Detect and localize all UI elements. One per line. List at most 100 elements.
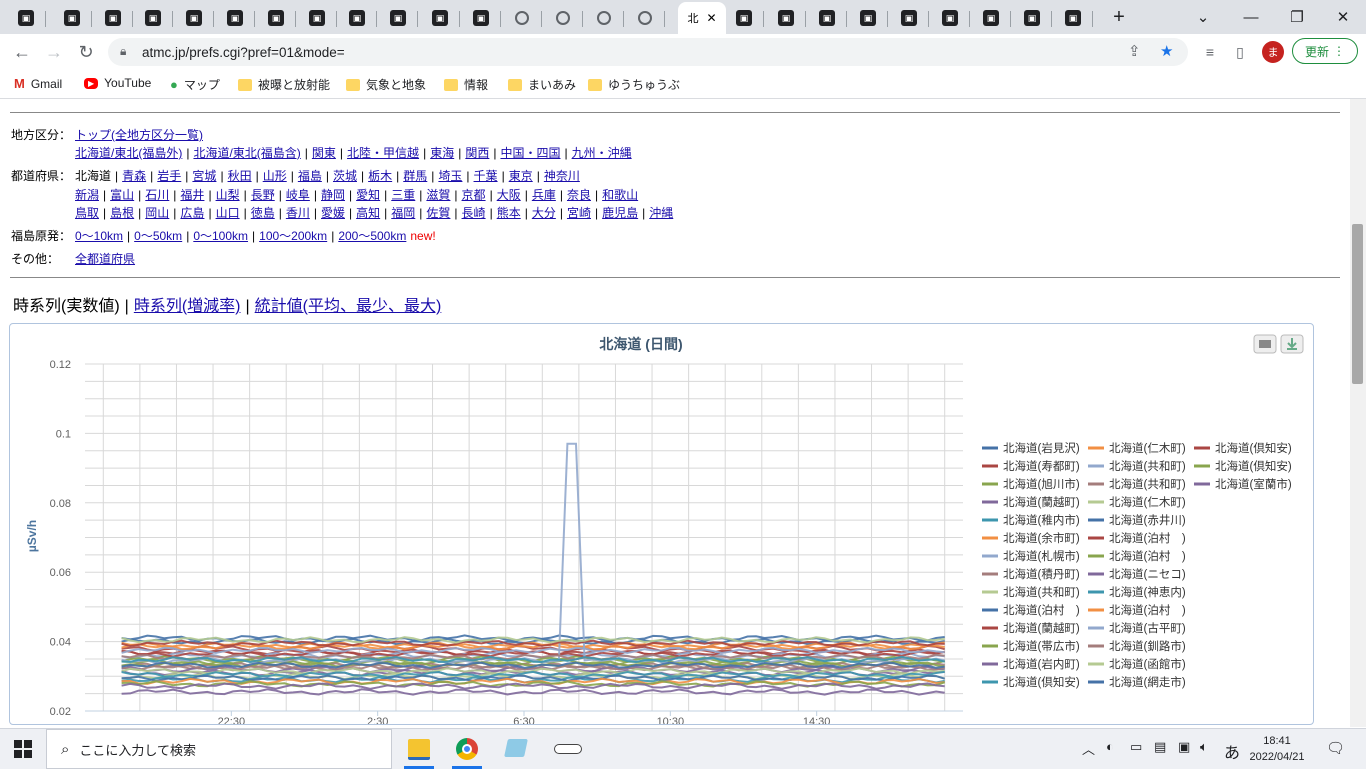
update-button[interactable]: 更新 ⋮ bbox=[1292, 38, 1358, 64]
bookmark-item[interactable]: 被曝と放射能 bbox=[238, 76, 330, 93]
prefecture-link[interactable]: 岐阜 bbox=[286, 188, 310, 202]
bookmark-item[interactable]: ゆうちゅうぶ bbox=[588, 76, 680, 93]
side-panel-icon[interactable]: ▯ bbox=[1226, 38, 1254, 66]
legend-item[interactable]: 北海道(旭川市) bbox=[982, 477, 1080, 491]
legend-item[interactable]: 北海道(帯広市) bbox=[982, 639, 1080, 653]
prefecture-link[interactable]: 鳥取 bbox=[75, 206, 99, 220]
bookmark-item[interactable]: ● マップ bbox=[170, 76, 220, 93]
view-tab-statistics[interactable]: 統計値(平均、最少、最大) bbox=[255, 298, 442, 315]
file-explorer-icon[interactable] bbox=[408, 739, 430, 760]
region-link[interactable]: 北海道/東北(福島含) bbox=[193, 146, 300, 160]
fukushima-range-link[interactable]: 0〜10km bbox=[75, 229, 123, 243]
browser-tab[interactable] bbox=[584, 4, 624, 32]
legend-item[interactable]: 北海道(神恵内) bbox=[1088, 585, 1186, 599]
tray-overflow-icon[interactable]: ︿ bbox=[1082, 739, 1095, 758]
bookmark-item[interactable]: ▶ YouTube bbox=[84, 76, 151, 90]
legend-item[interactable]: 北海道(余市町) bbox=[982, 531, 1080, 545]
prefecture-link[interactable]: 長崎 bbox=[462, 206, 486, 220]
region-link[interactable]: 北陸・甲信越 bbox=[347, 146, 419, 160]
legend-item[interactable]: 北海道(泊村 ) bbox=[1088, 531, 1186, 545]
region-link[interactable]: 九州・沖縄 bbox=[572, 146, 632, 160]
prefecture-link[interactable]: 佐賀 bbox=[426, 206, 450, 220]
new-tab-button[interactable]: + bbox=[1096, 4, 1142, 30]
windows-start-icon[interactable] bbox=[14, 740, 32, 758]
legend-item[interactable]: 北海道(積丹町) bbox=[982, 567, 1080, 581]
prefecture-link[interactable]: 島根 bbox=[110, 206, 134, 220]
all-prefs-link[interactable]: 全都道府県 bbox=[75, 252, 135, 266]
browser-tab[interactable]: ▣ bbox=[174, 4, 214, 32]
prefecture-link[interactable]: 群馬 bbox=[403, 169, 427, 183]
browser-tab[interactable] bbox=[543, 4, 583, 32]
prefecture-link[interactable]: 新潟 bbox=[75, 188, 99, 202]
region-link[interactable]: 中国・四国 bbox=[500, 146, 560, 160]
region-link[interactable]: 北海道/東北(福島外) bbox=[75, 146, 182, 160]
browser-tab[interactable]: ▣ bbox=[337, 4, 377, 32]
address-bar[interactable]: 🔒︎ atmc.jp/prefs.cgi?pref=01&mode= ⇪ ★ bbox=[108, 38, 1188, 66]
scrollbar-thumb[interactable] bbox=[1352, 224, 1363, 384]
tray-app-icon[interactable]: ◐ bbox=[1106, 739, 1114, 754]
browser-tab[interactable]: ▣ bbox=[724, 4, 764, 32]
legend-item[interactable]: 北海道(泊村 ) bbox=[982, 603, 1080, 617]
airplane-app-icon[interactable] bbox=[554, 744, 582, 754]
browser-tab[interactable]: ▣ bbox=[215, 4, 255, 32]
forward-button[interactable]: → bbox=[40, 38, 68, 66]
maximize-button[interactable]: ❐ bbox=[1274, 4, 1320, 30]
browser-tab[interactable]: ▣ bbox=[1053, 4, 1093, 32]
prefecture-link[interactable]: 福井 bbox=[180, 188, 204, 202]
print-chart-button[interactable] bbox=[1253, 334, 1277, 354]
back-button[interactable]: ← bbox=[8, 38, 36, 66]
legend-item[interactable]: 北海道(倶知安) bbox=[1194, 441, 1292, 455]
legend-item[interactable]: 北海道(蘭越町) bbox=[982, 621, 1080, 635]
browser-tab[interactable]: ▣ bbox=[93, 4, 133, 32]
legend-item[interactable]: 北海道(共和町) bbox=[982, 585, 1080, 599]
prefecture-link[interactable]: 広島 bbox=[180, 206, 204, 220]
page-scrollbar[interactable] bbox=[1350, 99, 1366, 727]
legend-item[interactable]: 北海道(古平町) bbox=[1088, 621, 1186, 635]
prefecture-link[interactable]: 山口 bbox=[216, 206, 240, 220]
prefecture-link[interactable]: 千葉 bbox=[474, 169, 498, 183]
bookmark-item[interactable]: 気象と地象 bbox=[346, 76, 426, 93]
browser-tab[interactable]: ▣ bbox=[256, 4, 296, 32]
prefecture-link[interactable]: 岡山 bbox=[145, 206, 169, 220]
browser-tab[interactable]: ▣ bbox=[461, 4, 501, 32]
legend-item[interactable]: 北海道(赤井川) bbox=[1088, 513, 1186, 527]
prefecture-link[interactable]: 埼玉 bbox=[438, 169, 462, 183]
close-tab-icon[interactable]: ✕ bbox=[706, 11, 716, 25]
reload-button[interactable]: ↻ bbox=[72, 38, 100, 66]
region-link[interactable]: 関西 bbox=[465, 146, 489, 160]
taskbar-clock[interactable]: 18:41 2022/04/21 bbox=[1246, 733, 1308, 765]
prefecture-link[interactable]: 山形 bbox=[263, 169, 287, 183]
notepad-icon[interactable] bbox=[504, 739, 528, 757]
legend-item[interactable]: 北海道(仁木町) bbox=[1088, 495, 1186, 509]
tray-display-icon[interactable]: ▤ bbox=[1154, 739, 1166, 755]
prefecture-link[interactable]: 滋賀 bbox=[426, 188, 450, 202]
prefecture-link[interactable]: 秋田 bbox=[228, 169, 252, 183]
prefecture-link[interactable]: 奈良 bbox=[567, 188, 591, 202]
bookmark-item[interactable]: M Gmail bbox=[14, 76, 62, 91]
prefecture-link[interactable]: 熊本 bbox=[497, 206, 521, 220]
legend-item[interactable]: 北海道(室蘭市) bbox=[1194, 477, 1292, 491]
view-tab-change-rate[interactable]: 時系列(増減率) bbox=[134, 298, 241, 315]
legend-item[interactable]: 北海道(釧路市) bbox=[1088, 639, 1186, 653]
prefecture-link[interactable]: 福島 bbox=[298, 169, 322, 183]
notification-icon[interactable]: 🗨︎ bbox=[1326, 739, 1345, 757]
browser-tab[interactable] bbox=[625, 4, 665, 32]
browser-tab[interactable]: ▣ bbox=[133, 4, 173, 32]
browser-tab[interactable]: ▣ bbox=[6, 4, 46, 32]
region-link[interactable]: 東海 bbox=[430, 146, 454, 160]
prefecture-link[interactable]: 岩手 bbox=[157, 169, 181, 183]
legend-item[interactable]: 北海道(稚内市) bbox=[982, 513, 1080, 527]
prefecture-link[interactable]: 青森 bbox=[122, 169, 146, 183]
tab-search-icon[interactable]: ⌄ bbox=[1180, 4, 1226, 30]
legend-item[interactable]: 北海道(蘭越町) bbox=[982, 495, 1080, 509]
region-link[interactable]: 関東 bbox=[312, 146, 336, 160]
share-icon[interactable]: ⇪ bbox=[1128, 42, 1141, 60]
legend-item[interactable]: 北海道(倶知安) bbox=[1194, 459, 1292, 473]
prefecture-link[interactable]: 大分 bbox=[532, 206, 556, 220]
fukushima-range-link[interactable]: 100〜200km bbox=[259, 229, 327, 243]
browser-tab[interactable]: ▣ bbox=[766, 4, 806, 32]
minimize-button[interactable]: — bbox=[1228, 4, 1274, 30]
reading-list-icon[interactable]: ≡ bbox=[1196, 38, 1224, 66]
legend-item[interactable]: 北海道(仁木町) bbox=[1088, 441, 1186, 455]
prefecture-link[interactable]: 愛媛 bbox=[321, 206, 345, 220]
